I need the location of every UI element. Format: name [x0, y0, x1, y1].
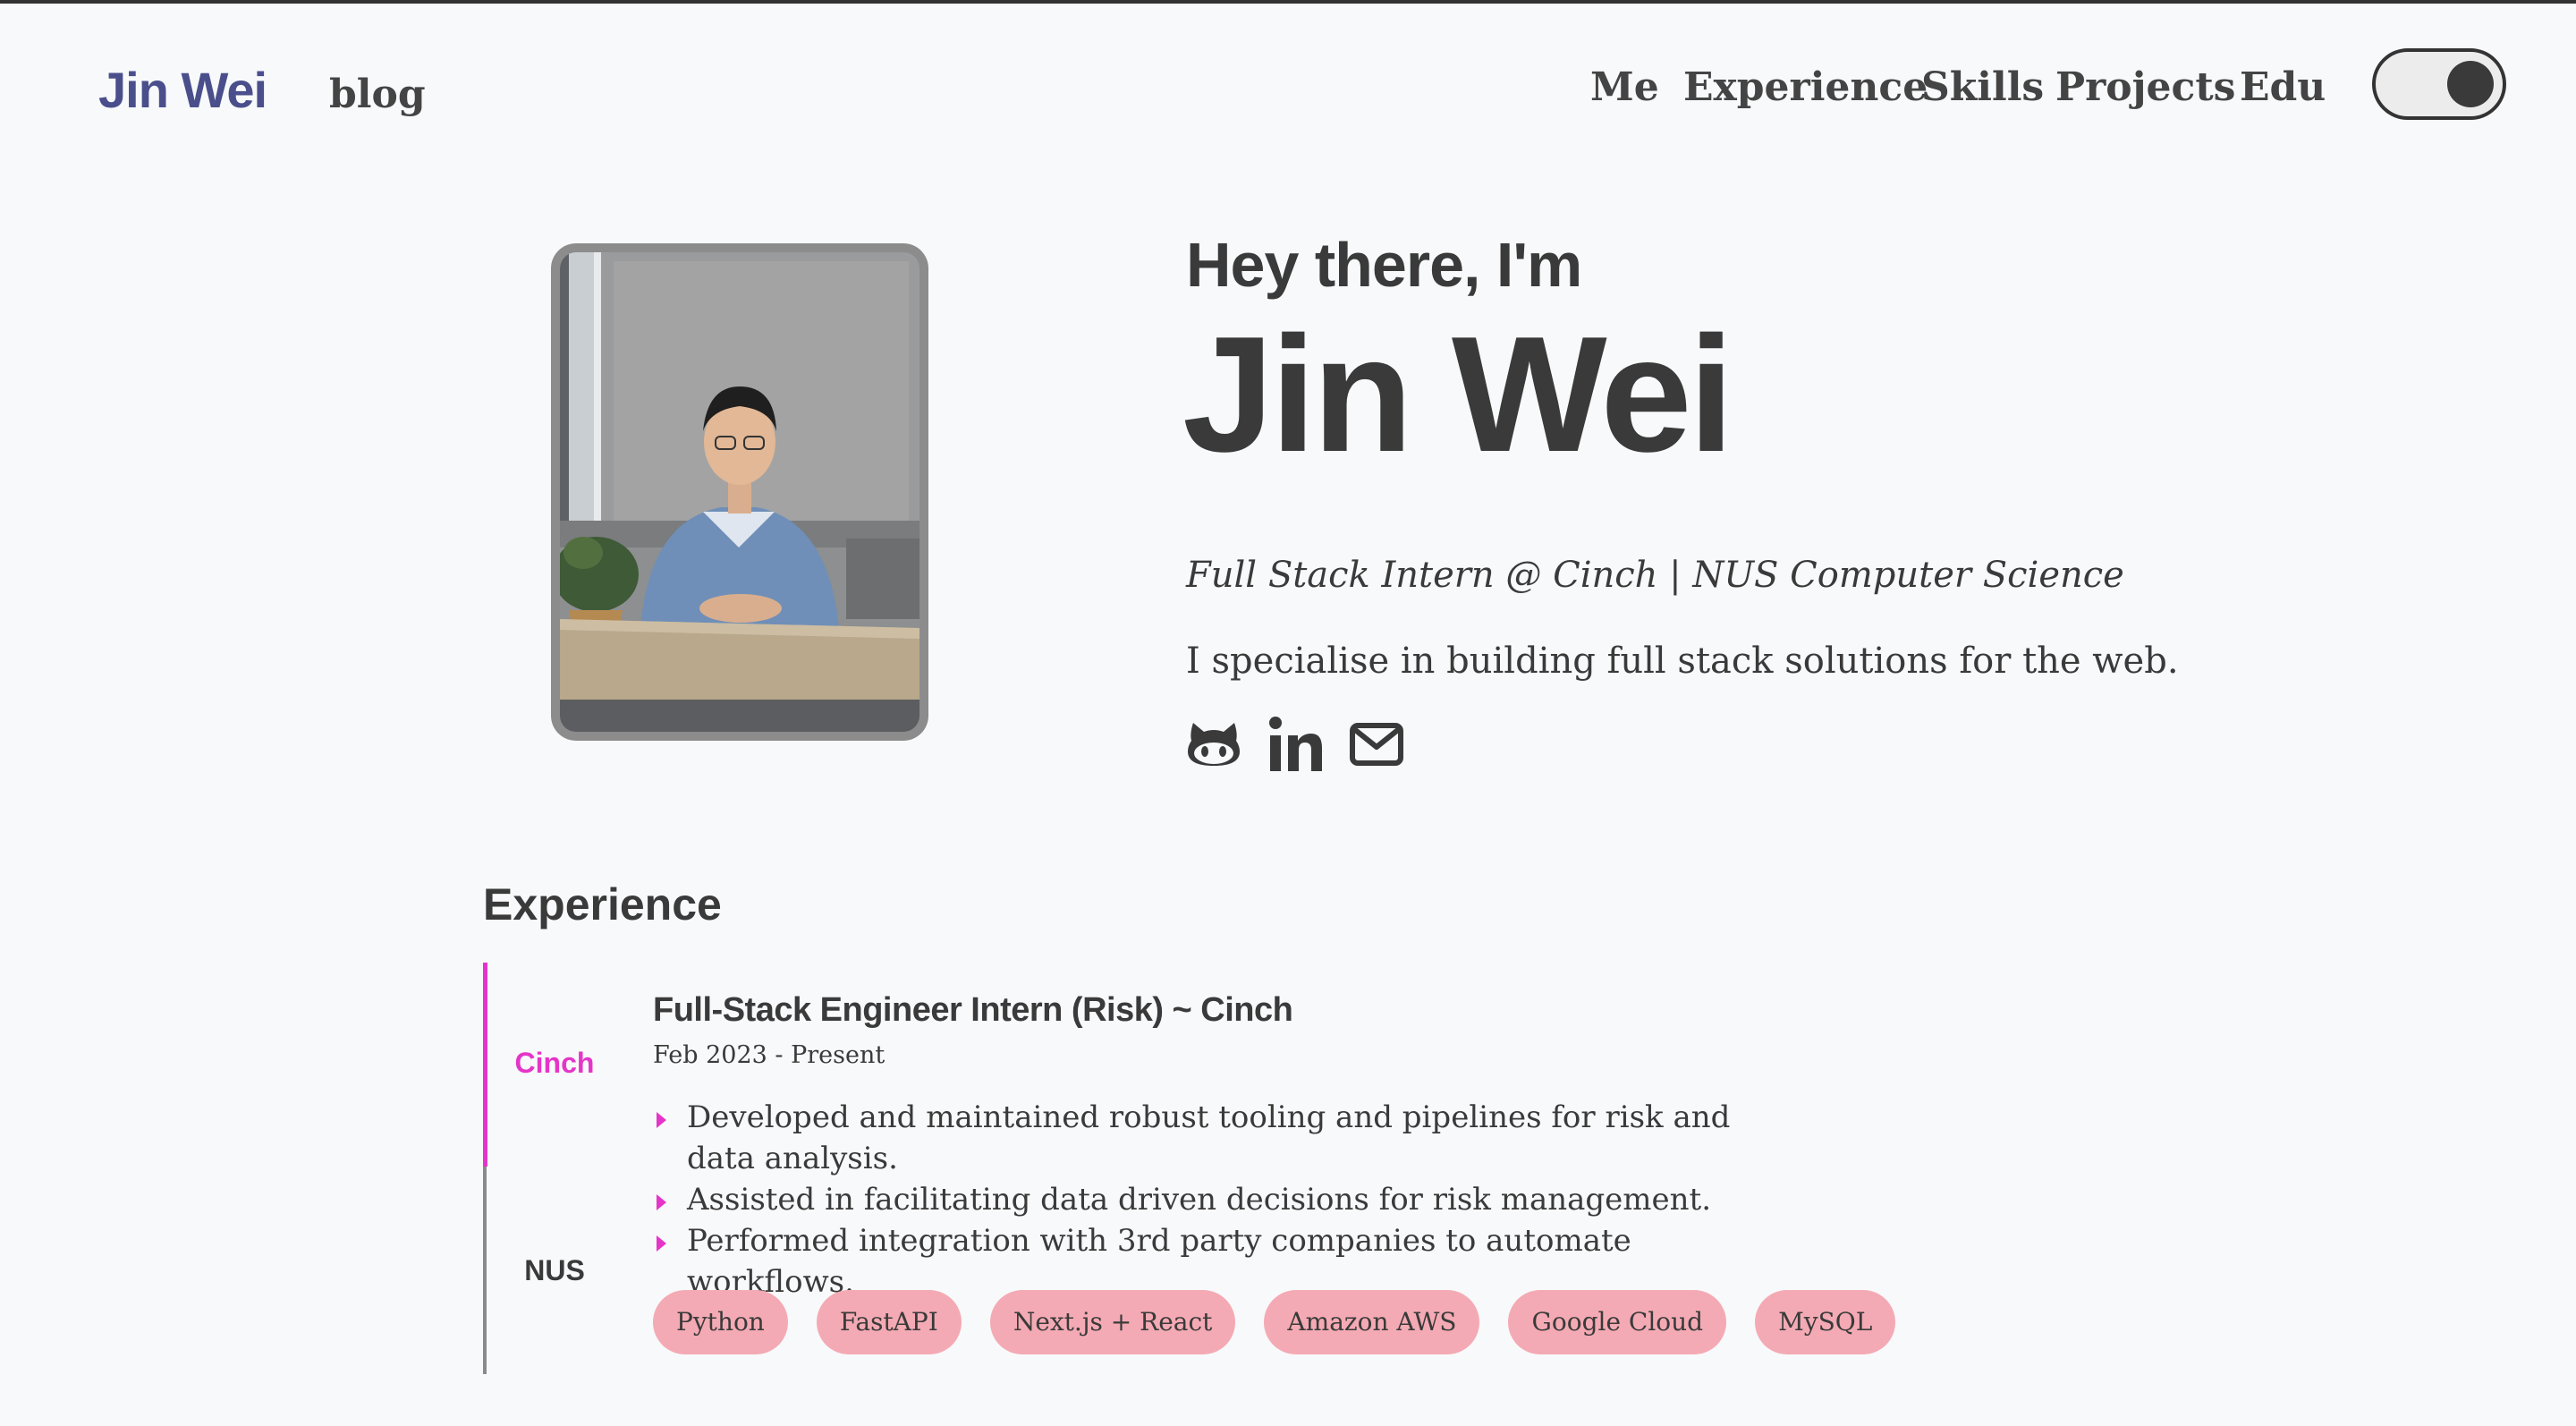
- tab-cinch[interactable]: Cinch: [488, 1047, 621, 1080]
- job-dates: Feb 2023 - Present: [653, 1041, 886, 1069]
- nav-edu[interactable]: Edu: [2240, 64, 2326, 110]
- skill-tag: FastAPI: [816, 1290, 962, 1354]
- skill-tag: Amazon AWS: [1264, 1290, 1480, 1354]
- profile-photo: [551, 243, 928, 741]
- toggle-knob: [2447, 61, 2494, 107]
- skill-tag: Google Cloud: [1508, 1290, 1727, 1354]
- hero-name: Jin Wei: [1182, 301, 1734, 486]
- skill-tag: Next.js + React: [989, 1290, 1236, 1354]
- nav-experience[interactable]: Experience: [1683, 64, 1928, 110]
- job-bullets: Developed and maintained robust tooling …: [653, 1097, 1762, 1303]
- github-icon[interactable]: [1186, 719, 1241, 773]
- bullet-text: Developed and maintained robust tooling …: [687, 1099, 1731, 1176]
- profile-photo-image: [560, 252, 919, 732]
- main-nav: Me Experience Skills Projects Edu: [0, 64, 2576, 118]
- list-item: Assisted in facilitating data driven dec…: [653, 1179, 1762, 1220]
- tab-nus[interactable]: NUS: [488, 1254, 621, 1287]
- email-icon[interactable]: [1349, 722, 1404, 770]
- triangle-bullet-icon: [657, 1194, 666, 1210]
- list-item: Developed and maintained robust tooling …: [653, 1097, 1762, 1179]
- section-title-experience: Experience: [483, 879, 722, 929]
- triangle-bullet-icon: [657, 1235, 666, 1252]
- tab-rail-active-indicator: [483, 963, 487, 1167]
- nav-projects[interactable]: Projects: [2055, 64, 2235, 110]
- social-links: [1186, 716, 1404, 777]
- triangle-bullet-icon: [657, 1112, 666, 1128]
- theme-toggle[interactable]: [2372, 48, 2506, 120]
- linkedin-icon[interactable]: [1267, 716, 1324, 777]
- skill-tag: MySQL: [1755, 1290, 1896, 1354]
- hero-intro: I specialise in building full stack solu…: [1186, 641, 2179, 682]
- hero-greeting: Hey there, I'm: [1186, 230, 1582, 300]
- job-title: Full-Stack Engineer Intern (Risk) ~ Cinc…: [653, 991, 1293, 1029]
- window-top-border: [0, 0, 2576, 4]
- hero-tagline: Full Stack Intern @ Cinch | NUS Computer…: [1186, 555, 2124, 596]
- skill-tag: Python: [653, 1290, 788, 1354]
- nav-skills[interactable]: Skills: [1921, 64, 2044, 110]
- nav-me[interactable]: Me: [1590, 64, 1659, 110]
- bullet-text: Assisted in facilitating data driven dec…: [687, 1182, 1712, 1218]
- bullet-text: Performed integration with 3rd party com…: [687, 1223, 1631, 1300]
- skill-tags: Python FastAPI Next.js + React Amazon AW…: [653, 1290, 1896, 1354]
